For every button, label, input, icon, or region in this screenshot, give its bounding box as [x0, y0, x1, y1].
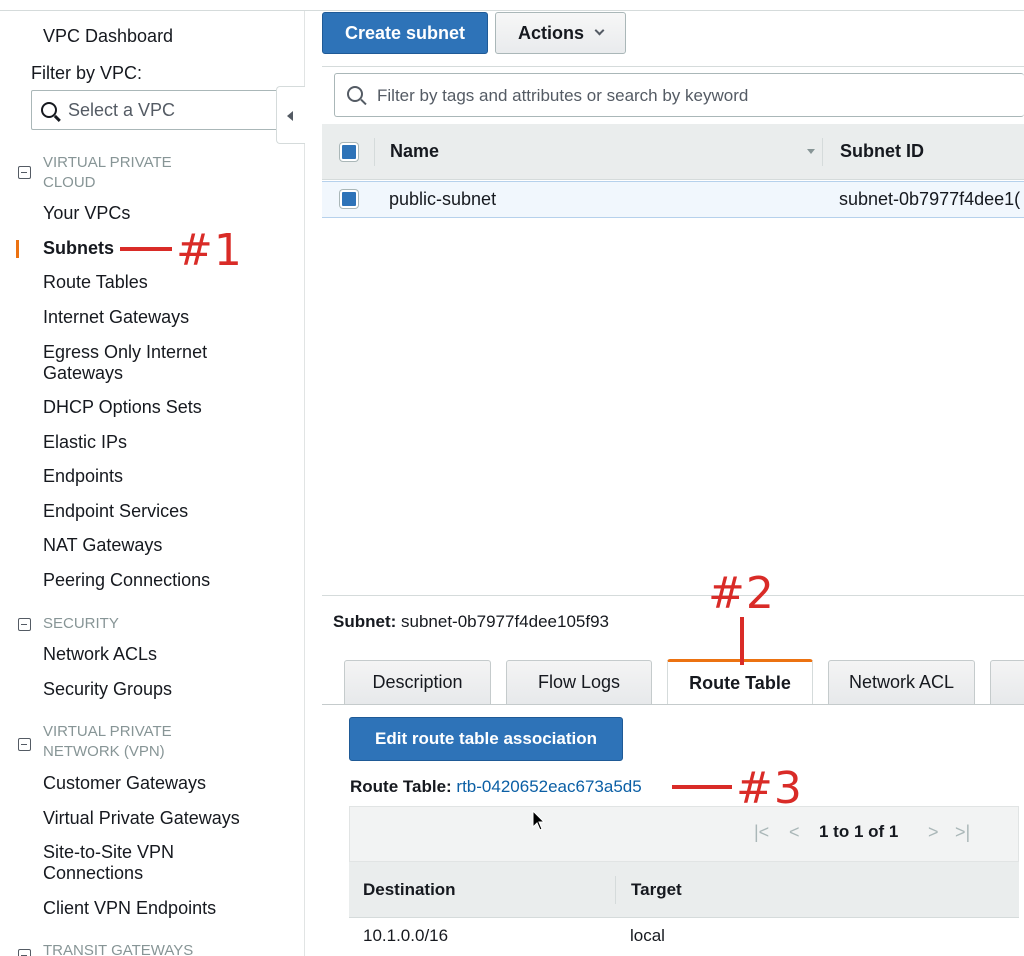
vpc-select[interactable]: Select a VPC: [31, 90, 278, 130]
collapse-sidebar-button[interactable]: [276, 86, 305, 144]
sidebar-item-nat-gateways[interactable]: NAT Gateways: [43, 535, 162, 556]
filter-search-placeholder: Filter by tags and attributes or search …: [377, 86, 749, 105]
tab-route-table-label: Route Table: [689, 673, 791, 693]
sidebar-item-endpoint-services[interactable]: Endpoint Services: [43, 501, 188, 522]
annotation-2-pointer: [740, 617, 744, 665]
subnet-value: subnet-0b7977f4dee105f93: [401, 612, 609, 631]
column-divider: [822, 138, 823, 166]
sidebar-item-customer-gateways[interactable]: Customer Gateways: [43, 773, 206, 794]
annotation-1: #1: [176, 225, 243, 276]
section-title-vpc: VIRTUAL PRIVATE: [43, 154, 172, 171]
active-indicator: [16, 240, 19, 258]
sidebar-item-vpc-dashboard[interactable]: VPC Dashboard: [43, 26, 173, 47]
vpc-select-placeholder: Select a VPC: [68, 100, 176, 120]
tab-flow-logs-label: Flow Logs: [537, 672, 621, 692]
tab-network-acl[interactable]: Network ACL: [828, 660, 975, 704]
filter-search-input[interactable]: Filter by tags and attributes or search …: [334, 73, 1024, 117]
sidebar-item-your-vpcs[interactable]: Your VPCs: [43, 203, 130, 224]
last-page-icon[interactable]: >|: [955, 822, 970, 843]
tabs-baseline: [322, 704, 1024, 705]
sort-icon[interactable]: [807, 149, 815, 154]
actions-dropdown[interactable]: Actions: [495, 12, 626, 54]
tab-description[interactable]: Description: [344, 660, 491, 704]
sidebar-item-dhcp-options-sets[interactable]: DHCP Options Sets: [43, 397, 202, 418]
row-subnet-id-cell: subnet-0b7977f4dee1(: [839, 189, 1021, 209]
sidebar-item-virtual-private-gateways[interactable]: Virtual Private Gateways: [43, 808, 240, 829]
routes-table-header: Destination Target: [349, 862, 1019, 918]
create-subnet-label: Create subnet: [344, 22, 466, 43]
column-divider: [615, 876, 616, 904]
tab-network-acl-label: Network ACL: [848, 672, 955, 692]
annotation-2: #2: [708, 568, 775, 619]
route-target-cell: local: [630, 926, 665, 945]
collapse-vpc-section-icon[interactable]: [18, 166, 31, 179]
column-divider: [374, 138, 375, 166]
section-title-vpc-line2: CLOUD: [43, 174, 96, 191]
pagination-bar: [349, 806, 1019, 862]
sidebar-item-elastic-ips[interactable]: Elastic IPs: [43, 432, 127, 453]
sidebar-item-network-acls[interactable]: Network ACLs: [43, 644, 157, 665]
route-table-line: Route Table: rtb-0420652eac673a5d5: [350, 777, 642, 797]
tab-flow-logs[interactable]: Flow Logs: [506, 660, 652, 704]
search-icon: [41, 102, 57, 118]
sidebar-item-egress-only-internet-gateways[interactable]: Egress Only Internet: [43, 342, 207, 363]
annotation-1-pointer: [120, 247, 172, 251]
section-title-vpn: VIRTUAL PRIVATE: [43, 723, 172, 740]
sidebar: VPC Dashboard Filter by VPC: Select a VP…: [0, 11, 305, 956]
column-header-subnet-id[interactable]: Subnet ID: [840, 141, 924, 162]
pagination-count: 1 to 1 of 1: [819, 822, 899, 841]
row-checkbox[interactable]: [340, 190, 358, 208]
collapse-vpn-section-icon[interactable]: [18, 738, 31, 751]
create-subnet-button[interactable]: Create subnet: [322, 12, 488, 54]
column-header-name[interactable]: Name: [390, 141, 439, 162]
sidebar-item-subnets[interactable]: Subnets: [43, 238, 114, 259]
row-name-cell: public-subnet: [389, 189, 497, 209]
sidebar-item-endpoints[interactable]: Endpoints: [43, 466, 123, 487]
annotation-3-pointer: [672, 785, 732, 789]
detail-pane-divider: [322, 595, 1024, 596]
route-destination-cell: 10.1.0.0/16: [363, 926, 449, 945]
sidebar-item-peering-connections[interactable]: Peering Connections: [43, 570, 210, 591]
edit-route-table-association-label: Edit route table association: [375, 729, 597, 748]
selected-subnet-heading: Subnet: subnet-0b7977f4dee105f93: [333, 612, 609, 632]
sidebar-item-site-to-site-vpn-line2[interactable]: Connections: [43, 863, 143, 884]
column-header-destination[interactable]: Destination: [363, 880, 456, 900]
edit-route-table-association-button[interactable]: Edit route table association: [349, 717, 623, 761]
sidebar-item-client-vpn-endpoints[interactable]: Client VPN Endpoints: [43, 898, 216, 919]
select-all-checkbox[interactable]: [340, 143, 358, 161]
tab-overflow[interactable]: [990, 660, 1024, 704]
sidebar-item-route-tables[interactable]: Route Tables: [43, 272, 148, 293]
next-page-icon[interactable]: >: [928, 822, 939, 843]
route-table-link[interactable]: rtb-0420652eac673a5d5: [456, 777, 641, 796]
table-row[interactable]: public-subnet subnet-0b7977f4dee1(: [322, 181, 1024, 218]
chevron-down-icon: [594, 25, 605, 36]
sidebar-item-security-groups[interactable]: Security Groups: [43, 679, 172, 700]
sidebar-item-site-to-site-vpn[interactable]: Site-to-Site VPN: [43, 842, 174, 863]
search-icon: [347, 86, 363, 102]
annotation-3: #3: [736, 763, 803, 814]
first-page-icon[interactable]: |<: [754, 822, 769, 843]
subnets-table-header: Name Subnet ID: [322, 124, 1024, 180]
filter-by-vpc-label: Filter by VPC:: [31, 63, 143, 83]
collapse-transit-section-icon[interactable]: [18, 949, 31, 956]
tab-route-table[interactable]: Route Table: [667, 659, 813, 705]
section-title-security: SECURITY: [43, 615, 119, 632]
route-table-label: Route Table:: [350, 777, 452, 796]
tab-description-label: Description: [372, 672, 463, 692]
subnet-label: Subnet:: [333, 612, 397, 631]
previous-page-icon[interactable]: <: [789, 822, 800, 843]
section-title-vpn-line2: NETWORK (VPN): [43, 743, 165, 760]
sidebar-item-egress-only-line2[interactable]: Gateways: [43, 363, 123, 384]
collapse-security-section-icon[interactable]: [18, 618, 31, 631]
column-header-target[interactable]: Target: [631, 880, 682, 900]
section-title-transit: TRANSIT GATEWAYS: [43, 942, 194, 956]
sidebar-item-internet-gateways[interactable]: Internet Gateways: [43, 307, 189, 328]
actions-label: Actions: [517, 22, 584, 43]
mouse-cursor-icon: [532, 810, 546, 831]
chevron-left-icon: [287, 111, 293, 121]
